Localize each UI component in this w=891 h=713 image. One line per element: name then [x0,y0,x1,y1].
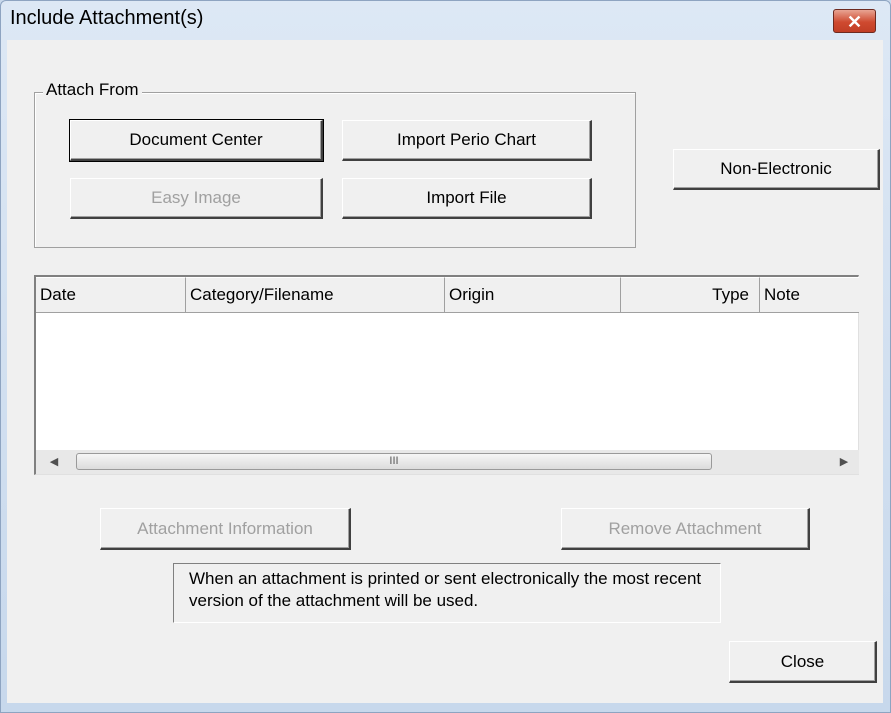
list-header: Date Category/Filename Origin Type Note [36,277,859,313]
attachments-list[interactable]: Date Category/Filename Origin Type Note … [34,275,859,475]
non-electronic-button[interactable]: Non-Electronic [673,149,880,190]
close-button[interactable]: Close [729,641,877,683]
scrollbar-grip-icon: III [389,455,399,467]
column-header-date[interactable]: Date [36,277,186,313]
column-header-origin[interactable]: Origin [445,277,621,313]
import-perio-chart-button[interactable]: Import Perio Chart [342,120,592,161]
attachment-information-button: Attachment Information [100,508,351,550]
attach-from-label: Attach From [43,80,142,100]
scroll-left-icon[interactable]: ◀ [42,450,66,474]
remove-attachment-button: Remove Attachment [561,508,810,550]
document-center-button[interactable]: Document Center [69,119,324,162]
column-header-category-filename[interactable]: Category/Filename [186,277,445,313]
column-header-note[interactable]: Note [760,277,859,313]
column-header-type[interactable]: Type [621,277,760,313]
attach-from-group [34,92,636,248]
close-icon[interactable]: ✕ [833,9,876,33]
attachment-version-info: When an attachment is printed or sent el… [173,563,721,623]
title-bar: Include Attachment(s) ✕ [1,1,890,41]
import-file-button[interactable]: Import File [342,178,592,219]
scrollbar-thumb[interactable]: III [76,453,712,470]
scroll-right-icon[interactable]: ▶ [832,450,856,474]
easy-image-button: Easy Image [70,178,323,219]
window-title: Include Attachment(s) [10,7,204,29]
horizontal-scrollbar[interactable]: ◀ III ▶ [36,450,859,474]
